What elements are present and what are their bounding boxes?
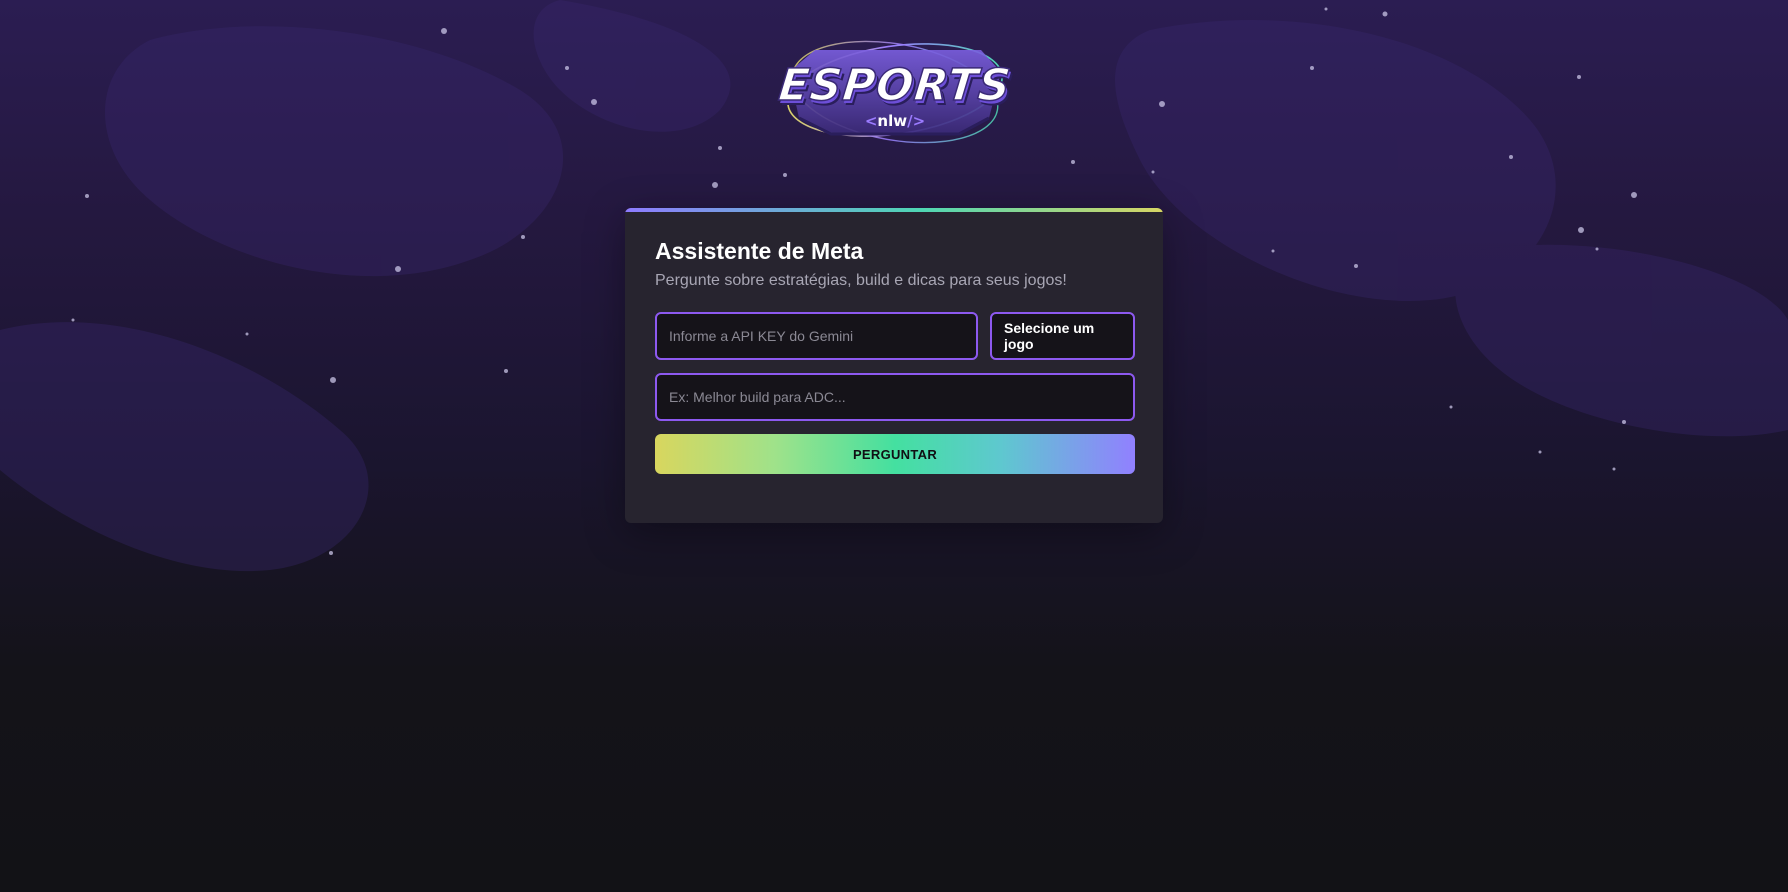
ask-button[interactable]: PERGUNTAR (655, 434, 1135, 474)
logo-tag-text: nlw (877, 112, 908, 130)
card-title: Assistente de Meta (655, 238, 864, 264)
card-gradient-border (625, 208, 1163, 212)
esports-nlw-logo: ESPORTS <nlw/> (775, 22, 1015, 162)
game-select-label: Selecione um jogo (1004, 320, 1095, 352)
game-select[interactable]: Selecione um jogo (990, 312, 1135, 360)
logo-tag: <nlw/> (775, 112, 1015, 130)
logo-wordmark: ESPORTS (776, 59, 1015, 112)
logo-tag-open: < (864, 112, 878, 130)
logo-tag-close: /> (907, 112, 926, 130)
question-input[interactable] (655, 373, 1135, 421)
assistant-card: Assistente de Meta Pergunte sobre estrat… (625, 208, 1163, 523)
card-subtitle: Pergunte sobre estratégias, build e dica… (655, 272, 1067, 289)
api-key-input[interactable] (655, 312, 978, 360)
